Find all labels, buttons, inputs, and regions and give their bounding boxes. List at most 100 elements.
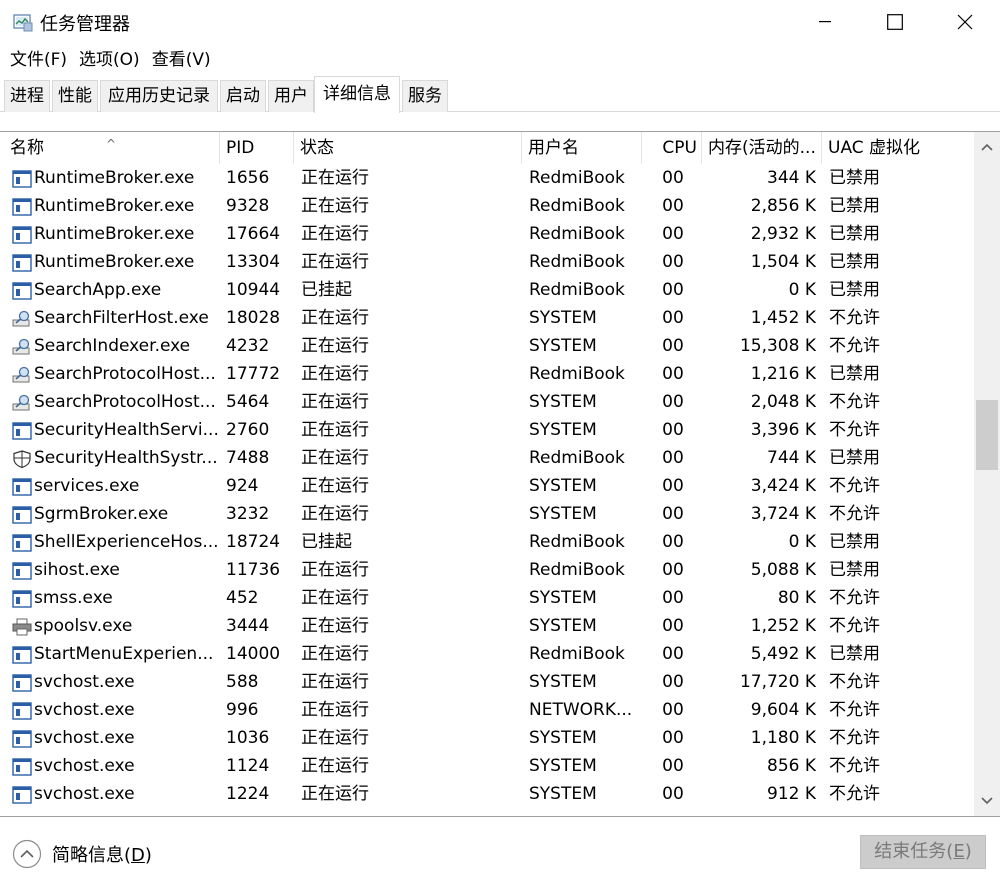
cell-name: SearchProtocolHost... (8, 360, 220, 388)
tab-services[interactable]: 服务 (402, 80, 448, 112)
cell-username: RedmiBook (529, 532, 625, 552)
table-row[interactable]: svchost.exe 1224 正在运行 SYSTEM 00 912 K 不允许 (4, 780, 974, 808)
cell-uac-virtualization: 不允许 (829, 784, 880, 804)
menu-file[interactable]: 文件(F) (4, 45, 73, 75)
app-window-icon (12, 673, 32, 692)
cell-memory: 344 K (767, 168, 816, 188)
vertical-scrollbar[interactable] (974, 132, 1000, 816)
cell-pid: 1124 (226, 756, 270, 776)
table-row[interactable]: svchost.exe 1124 正在运行 SYSTEM 00 856 K 不允许 (4, 752, 974, 780)
table-row[interactable]: SearchIndexer.exe 4232 正在运行 SYSTEM 00 15,308 … (4, 332, 974, 360)
column-header-memory[interactable]: 内存(活动的... (702, 132, 822, 164)
table-row[interactable]: RuntimeBroker.exe 17664 正在运行 RedmiBook 00 2,9… (4, 220, 974, 248)
cell-status: 正在运行 (301, 616, 369, 636)
cell-pid: 17664 (226, 224, 281, 244)
cell-pid: 3232 (226, 504, 270, 524)
table-row[interactable]: RuntimeBroker.exe 1656 正在运行 RedmiBook 00 344 … (4, 164, 974, 192)
cell-username: NETWORK... (529, 700, 633, 720)
scroll-down-button[interactable] (974, 788, 1000, 814)
cell-cpu: 00 (662, 700, 684, 720)
tab-performance[interactable]: 性能 (52, 80, 98, 112)
table-row[interactable]: svchost.exe 996 正在运行 NETWORK... 00 9,604 K 不允许 (4, 696, 974, 724)
tab-startup[interactable]: 启动 (220, 80, 266, 112)
column-header-username[interactable]: 用户名 (522, 132, 642, 164)
cell-username: RedmiBook (529, 448, 625, 468)
column-header-name[interactable]: 名称 ^ (4, 132, 220, 164)
table-row[interactable]: RuntimeBroker.exe 13304 正在运行 RedmiBook 00 1,5… (4, 248, 974, 276)
cell-name: smss.exe (8, 584, 220, 612)
table-row[interactable]: SearchProtocolHost... 17772 正在运行 RedmiBook 0… (4, 360, 974, 388)
cell-username: SYSTEM (529, 616, 597, 636)
tab-users[interactable]: 用户 (268, 80, 314, 112)
app-window-icon (12, 701, 32, 720)
table-row[interactable]: SgrmBroker.exe 3232 正在运行 SYSTEM 00 3,724 K 不允许 (4, 500, 974, 528)
app-window-icon (12, 169, 32, 188)
maximize-button[interactable] (860, 0, 930, 44)
chevron-up-circle-icon (12, 839, 42, 869)
cell-name: ShellExperienceHos... (8, 528, 220, 556)
cell-name: svchost.exe (8, 724, 220, 752)
column-header-uac-virtualization[interactable]: UAC 虚拟化 (822, 132, 974, 164)
column-header-pid[interactable]: PID (220, 132, 294, 164)
close-button[interactable] (930, 0, 1000, 44)
table-row[interactable]: sihost.exe 11736 正在运行 RedmiBook 00 5,088 K 已禁用 (4, 556, 974, 584)
cell-uac-virtualization: 不允许 (829, 420, 880, 440)
cell-uac-virtualization: 已禁用 (829, 644, 880, 664)
table-row[interactable]: services.exe 924 正在运行 SYSTEM 00 3,424 K 不允许 (4, 472, 974, 500)
app-window-icon (12, 645, 32, 664)
tab-details[interactable]: 详细信息 (314, 76, 400, 113)
table-row[interactable]: SecurityHealthServi... 2760 正在运行 SYSTEM 00 3,… (4, 416, 974, 444)
cell-username: SYSTEM (529, 420, 597, 440)
app-window-icon (12, 785, 32, 804)
title-bar: 任务管理器 (0, 0, 1000, 44)
cell-name: SgrmBroker.exe (8, 500, 220, 528)
scrollbar-thumb[interactable] (976, 400, 998, 470)
table-row[interactable]: svchost.exe 1036 正在运行 SYSTEM 00 1,180 K 不允许 (4, 724, 974, 752)
cell-name: sihost.exe (8, 556, 220, 584)
cell-status: 已挂起 (301, 280, 352, 300)
minimize-button[interactable] (790, 0, 860, 44)
fewer-details-button[interactable]: 简略信息(D) (12, 839, 152, 869)
table-row[interactable]: SecurityHealthSystr... 7488 正在运行 RedmiBook 0… (4, 444, 974, 472)
cell-uac-virtualization: 不允许 (829, 392, 880, 412)
table-row[interactable]: spoolsv.exe 3444 正在运行 SYSTEM 00 1,252 K 不允许 (4, 612, 974, 640)
menu-view[interactable]: 查看(V) (146, 45, 217, 75)
cell-cpu: 00 (662, 308, 684, 328)
cell-uac-virtualization: 不允许 (829, 308, 880, 328)
column-header-status[interactable]: 状态 (294, 132, 522, 164)
cell-memory: 9,604 K (750, 700, 816, 720)
chevron-up-icon (981, 143, 993, 151)
end-task-button[interactable]: 结束任务(E) (860, 835, 986, 869)
cell-pid: 1224 (226, 784, 270, 804)
column-header-cpu[interactable]: CPU (642, 132, 702, 164)
cell-pid: 588 (226, 672, 259, 692)
cell-memory: 744 K (767, 448, 816, 468)
cell-cpu: 00 (662, 280, 684, 300)
cell-username: SYSTEM (529, 476, 597, 496)
table-row[interactable]: smss.exe 452 正在运行 SYSTEM 00 80 K 不允许 (4, 584, 974, 612)
cell-uac-virtualization: 不允许 (829, 728, 880, 748)
table-row[interactable]: SearchProtocolHost... 5464 正在运行 SYSTEM 00 2,0… (4, 388, 974, 416)
tab-processes[interactable]: 进程 (4, 80, 50, 112)
table-row[interactable]: svchost.exe 588 正在运行 SYSTEM 00 17,720 K 不允许 (4, 668, 974, 696)
cell-username: SYSTEM (529, 588, 597, 608)
menu-options[interactable]: 选项(O) (73, 45, 146, 75)
cell-pid: 452 (226, 588, 259, 608)
app-window-icon (12, 253, 32, 272)
tab-app-history[interactable]: 应用历史记录 (100, 80, 218, 112)
process-details-table: 名称 ^ PID 状态 用户名 CPU 内存(活动的... UAC 虚拟化 Run… (4, 132, 974, 816)
table-row[interactable]: SearchFilterHost.exe 18028 正在运行 SYSTEM 00 1,4… (4, 304, 974, 332)
table-row[interactable]: RuntimeBroker.exe 9328 正在运行 RedmiBook 00 2,85… (4, 192, 974, 220)
cell-status: 正在运行 (301, 448, 369, 468)
cell-pid: 18028 (226, 308, 281, 328)
table-row[interactable]: ShellExperienceHos... 18724 已挂起 RedmiBook 00… (4, 528, 974, 556)
cell-pid: 17772 (226, 364, 281, 384)
task-manager-icon (13, 14, 33, 32)
cell-pid: 924 (226, 476, 259, 496)
table-row[interactable]: StartMenuExperien... 14000 正在运行 RedmiBook 00… (4, 640, 974, 668)
scroll-up-button[interactable] (974, 134, 1000, 160)
cell-memory: 912 K (767, 784, 816, 804)
table-row[interactable]: SearchApp.exe 10944 已挂起 RedmiBook 00 0 K 已禁用 (4, 276, 974, 304)
cell-name: SecurityHealthSystr... (8, 444, 220, 472)
cell-name: svchost.exe (8, 752, 220, 780)
